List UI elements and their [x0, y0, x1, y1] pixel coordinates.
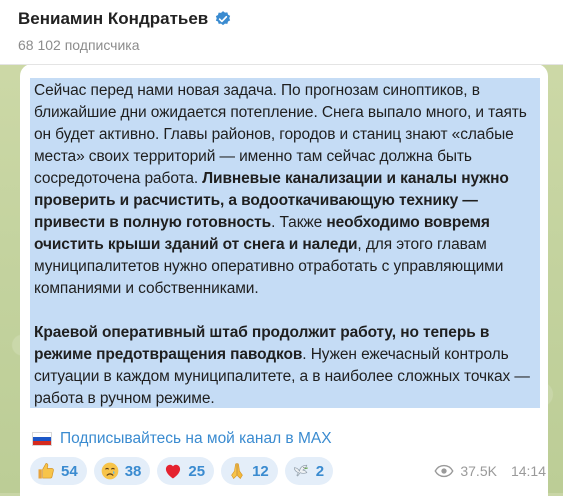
message-paragraph-1: Сейчас перед нами новая задача. По прогн…: [34, 80, 536, 300]
view-count: 37.5K: [460, 463, 497, 479]
eye-icon: [434, 464, 454, 478]
text-span: . Также: [271, 214, 327, 231]
channel-title-row: Вениамин Кондратьев: [18, 9, 232, 29]
reaction-count: 12: [252, 462, 269, 480]
reaction-dove[interactable]: 2: [284, 457, 334, 485]
verified-badge-icon: [214, 10, 232, 28]
reaction-red-heart[interactable]: 25: [157, 457, 215, 485]
red-heart-icon: [166, 464, 181, 479]
russia-flag-icon: [32, 432, 52, 446]
reactions-bar: 54 38 25 12 2: [30, 457, 334, 485]
reaction-count: 25: [188, 462, 206, 480]
dove-icon: [293, 464, 308, 477]
promo-row: Подписывайтесь на мой канал в MAX: [32, 430, 332, 448]
reaction-count: 54: [61, 462, 78, 480]
message-time: 14:14: [510, 463, 546, 479]
channel-name[interactable]: Вениамин Кондратьев: [18, 9, 208, 29]
reaction-crying-face[interactable]: 38: [93, 457, 151, 485]
reaction-folded-hands[interactable]: 12: [221, 457, 278, 485]
reaction-count: 2: [315, 462, 325, 480]
message-text: Сейчас перед нами новая задача. По прогн…: [30, 78, 540, 408]
folded-hands-icon: [231, 463, 243, 479]
message-meta: 37.5K 14:14: [434, 463, 546, 479]
reaction-count: 38: [124, 462, 142, 480]
message-paragraph-2: Краевой оперативный штаб продолжит работ…: [34, 322, 536, 410]
subscriber-count: 68 102 подписчика: [18, 37, 140, 53]
reaction-thumbs-up[interactable]: 54: [30, 457, 87, 485]
max-channel-link[interactable]: Подписывайтесь на мой канал в MAX: [60, 430, 332, 448]
channel-header[interactable]: Вениамин Кондратьев 68 102 подписчика: [0, 0, 563, 65]
thumbs-up-icon: [38, 463, 54, 479]
crying-face-icon: [101, 462, 119, 480]
message-footer: 54 38 25 12 2 37.5K 14:14: [30, 456, 546, 486]
